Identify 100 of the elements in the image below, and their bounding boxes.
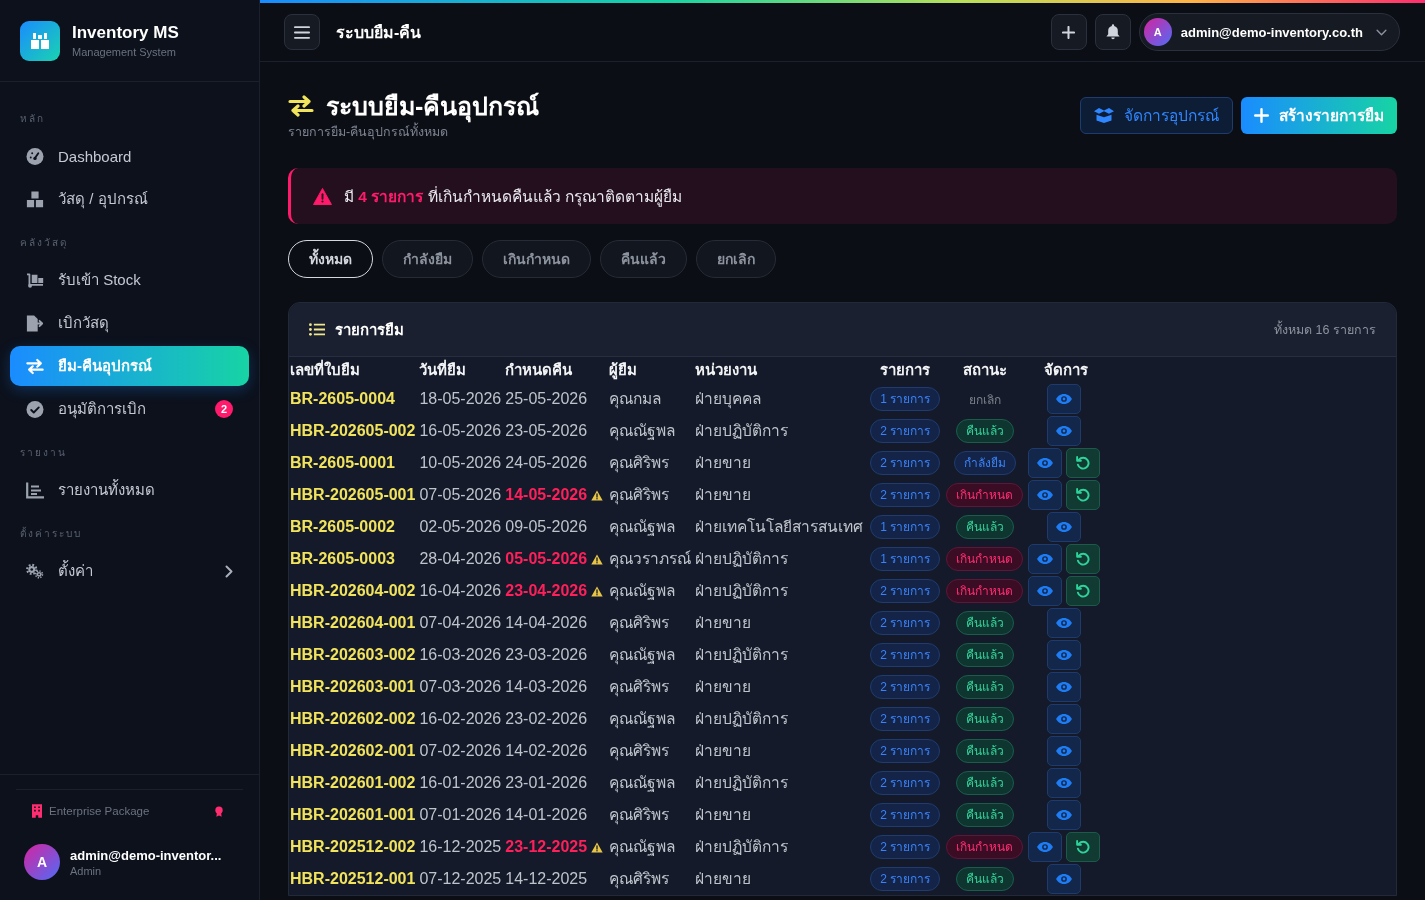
- due-date: 14-01-2026: [505, 806, 588, 823]
- view-button[interactable]: [1028, 576, 1063, 606]
- loan-id[interactable]: HBR-202512-002: [290, 838, 416, 855]
- loan-id[interactable]: BR-2605-0002: [290, 518, 395, 535]
- borrow-date: 28-04-2026: [419, 550, 502, 567]
- eye-icon: [1037, 554, 1054, 564]
- nav-item[interactable]: เบิกวัสดุ: [10, 303, 249, 343]
- return-button[interactable]: [1066, 448, 1101, 478]
- status-badge: คืนแล้ว: [955, 707, 1014, 731]
- loan-id[interactable]: HBR-202601-002: [290, 774, 416, 791]
- filter-tab[interactable]: กำลังยืม: [382, 240, 473, 278]
- view-button[interactable]: [1047, 864, 1082, 894]
- due-date: 23-03-2026: [505, 646, 588, 663]
- eye-icon: [1056, 682, 1073, 692]
- borrower-name: คุณณัฐพล: [609, 646, 676, 663]
- item-count-badge: 2 รายการ: [870, 675, 941, 699]
- view-button[interactable]: [1047, 736, 1082, 766]
- loan-id[interactable]: HBR-202601-001: [290, 806, 416, 823]
- borrower-name: คุณณัฐพล: [609, 518, 676, 535]
- filter-tab[interactable]: ยกเลิก: [696, 240, 776, 278]
- borrow-date: 07-04-2026: [419, 614, 502, 631]
- check-circle-icon: [26, 400, 44, 418]
- view-button[interactable]: [1047, 608, 1082, 638]
- borrower-name: คุณศิริพร: [609, 870, 670, 887]
- view-button[interactable]: [1047, 384, 1082, 414]
- rotate-left-icon: [1076, 456, 1091, 470]
- loan-id[interactable]: HBR-202603-001: [290, 678, 416, 695]
- view-button[interactable]: [1047, 768, 1082, 798]
- filter-tab[interactable]: ทั้งหมด: [288, 240, 373, 278]
- loan-id[interactable]: HBR-202604-001: [290, 614, 416, 631]
- view-button[interactable]: [1047, 640, 1082, 670]
- chart-icon: [26, 481, 44, 499]
- nav-item[interactable]: รายงานทั้งหมด: [10, 470, 249, 510]
- department-name: ฝ่ายขาย: [695, 614, 752, 631]
- item-count-badge: 2 รายการ: [870, 835, 941, 859]
- package-label: Enterprise Package: [49, 804, 150, 818]
- rotate-left-icon: [1076, 488, 1091, 502]
- warning-icon: [591, 842, 604, 853]
- item-count-badge: 2 รายการ: [870, 867, 941, 891]
- column-header: ผู้ยืม: [609, 361, 638, 378]
- loan-id[interactable]: BR-2605-0004: [290, 390, 395, 407]
- nav-item[interactable]: ตั้งค่า: [10, 551, 249, 591]
- due-date: 05-05-2026: [505, 550, 588, 567]
- eye-icon: [1056, 714, 1073, 724]
- loan-id[interactable]: HBR-202602-001: [290, 742, 416, 759]
- plus-icon: [1062, 25, 1076, 39]
- user-menu-button[interactable]: A admin@demo-inventory.co.th: [1138, 13, 1400, 51]
- record-count: ทั้งหมด 16 รายการ: [1274, 319, 1376, 339]
- view-button[interactable]: [1028, 832, 1063, 862]
- view-button[interactable]: [1047, 800, 1082, 830]
- loan-id[interactable]: HBR-202605-002: [290, 422, 416, 439]
- status-badge: คืนแล้ว: [955, 771, 1014, 795]
- view-button[interactable]: [1047, 672, 1082, 702]
- eye-icon: [1037, 458, 1054, 468]
- return-button[interactable]: [1066, 832, 1101, 862]
- loan-id[interactable]: HBR-202603-002: [290, 646, 416, 663]
- borrow-date: 07-02-2026: [419, 742, 502, 759]
- bell-icon: [1105, 24, 1120, 40]
- nav-item[interactable]: วัสดุ / อุปกรณ์: [10, 179, 249, 219]
- box-icon: [1094, 108, 1114, 123]
- menu-button[interactable]: [284, 14, 320, 50]
- filter-tab[interactable]: คืนแล้ว: [600, 240, 687, 278]
- due-date: 23-01-2026: [505, 774, 588, 791]
- manage-equipment-button[interactable]: จัดการอุปกรณ์: [1080, 97, 1233, 134]
- user-role: Admin: [70, 864, 103, 877]
- return-button[interactable]: [1066, 480, 1101, 510]
- view-button[interactable]: [1047, 416, 1082, 446]
- logo-icon: [20, 20, 60, 61]
- view-button[interactable]: [1047, 512, 1082, 542]
- loan-id[interactable]: HBR-202602-002: [290, 710, 416, 727]
- nav-item[interactable]: อนุมัติการเบิก 2: [10, 389, 249, 429]
- nav-item[interactable]: Dashboard: [10, 136, 249, 176]
- add-button[interactable]: [1050, 14, 1087, 50]
- loan-id[interactable]: HBR-202512-001: [290, 870, 416, 887]
- loan-id[interactable]: HBR-202605-001: [290, 486, 416, 503]
- borrow-date: 02-05-2026: [419, 518, 502, 535]
- gauge-icon: [26, 147, 44, 165]
- filter-tab[interactable]: เกินกำหนด: [482, 240, 591, 278]
- view-button[interactable]: [1028, 448, 1063, 478]
- view-button[interactable]: [1047, 704, 1082, 734]
- user-email: admin@demo-inventor...: [70, 847, 222, 863]
- plus-icon: [1254, 108, 1269, 123]
- loan-id[interactable]: BR-2605-0001: [290, 454, 395, 471]
- status-badge: คืนแล้ว: [955, 419, 1014, 443]
- eye-icon: [1056, 778, 1073, 788]
- loan-id[interactable]: BR-2605-0003: [290, 550, 395, 567]
- page-subtitle: รายการยืม-คืนอุปกรณ์ทั้งหมด: [288, 124, 540, 140]
- department-name: ฝ่ายขาย: [695, 454, 752, 471]
- nav-item[interactable]: รับเข้า Stock: [10, 260, 249, 300]
- return-button[interactable]: [1066, 544, 1101, 574]
- department-name: ฝ่ายปฏิบัติการ: [695, 646, 789, 663]
- borrow-date: 07-01-2026: [419, 806, 502, 823]
- return-button[interactable]: [1066, 576, 1101, 606]
- notifications-button[interactable]: [1094, 14, 1131, 50]
- item-count-badge: 2 รายการ: [870, 771, 941, 795]
- borrower-name: คุณศิริพร: [609, 486, 670, 503]
- view-button[interactable]: [1028, 544, 1063, 574]
- department-name: ฝ่ายปฏิบัติการ: [695, 774, 789, 791]
- view-button[interactable]: [1028, 480, 1063, 510]
- loan-id[interactable]: HBR-202604-002: [290, 582, 416, 599]
